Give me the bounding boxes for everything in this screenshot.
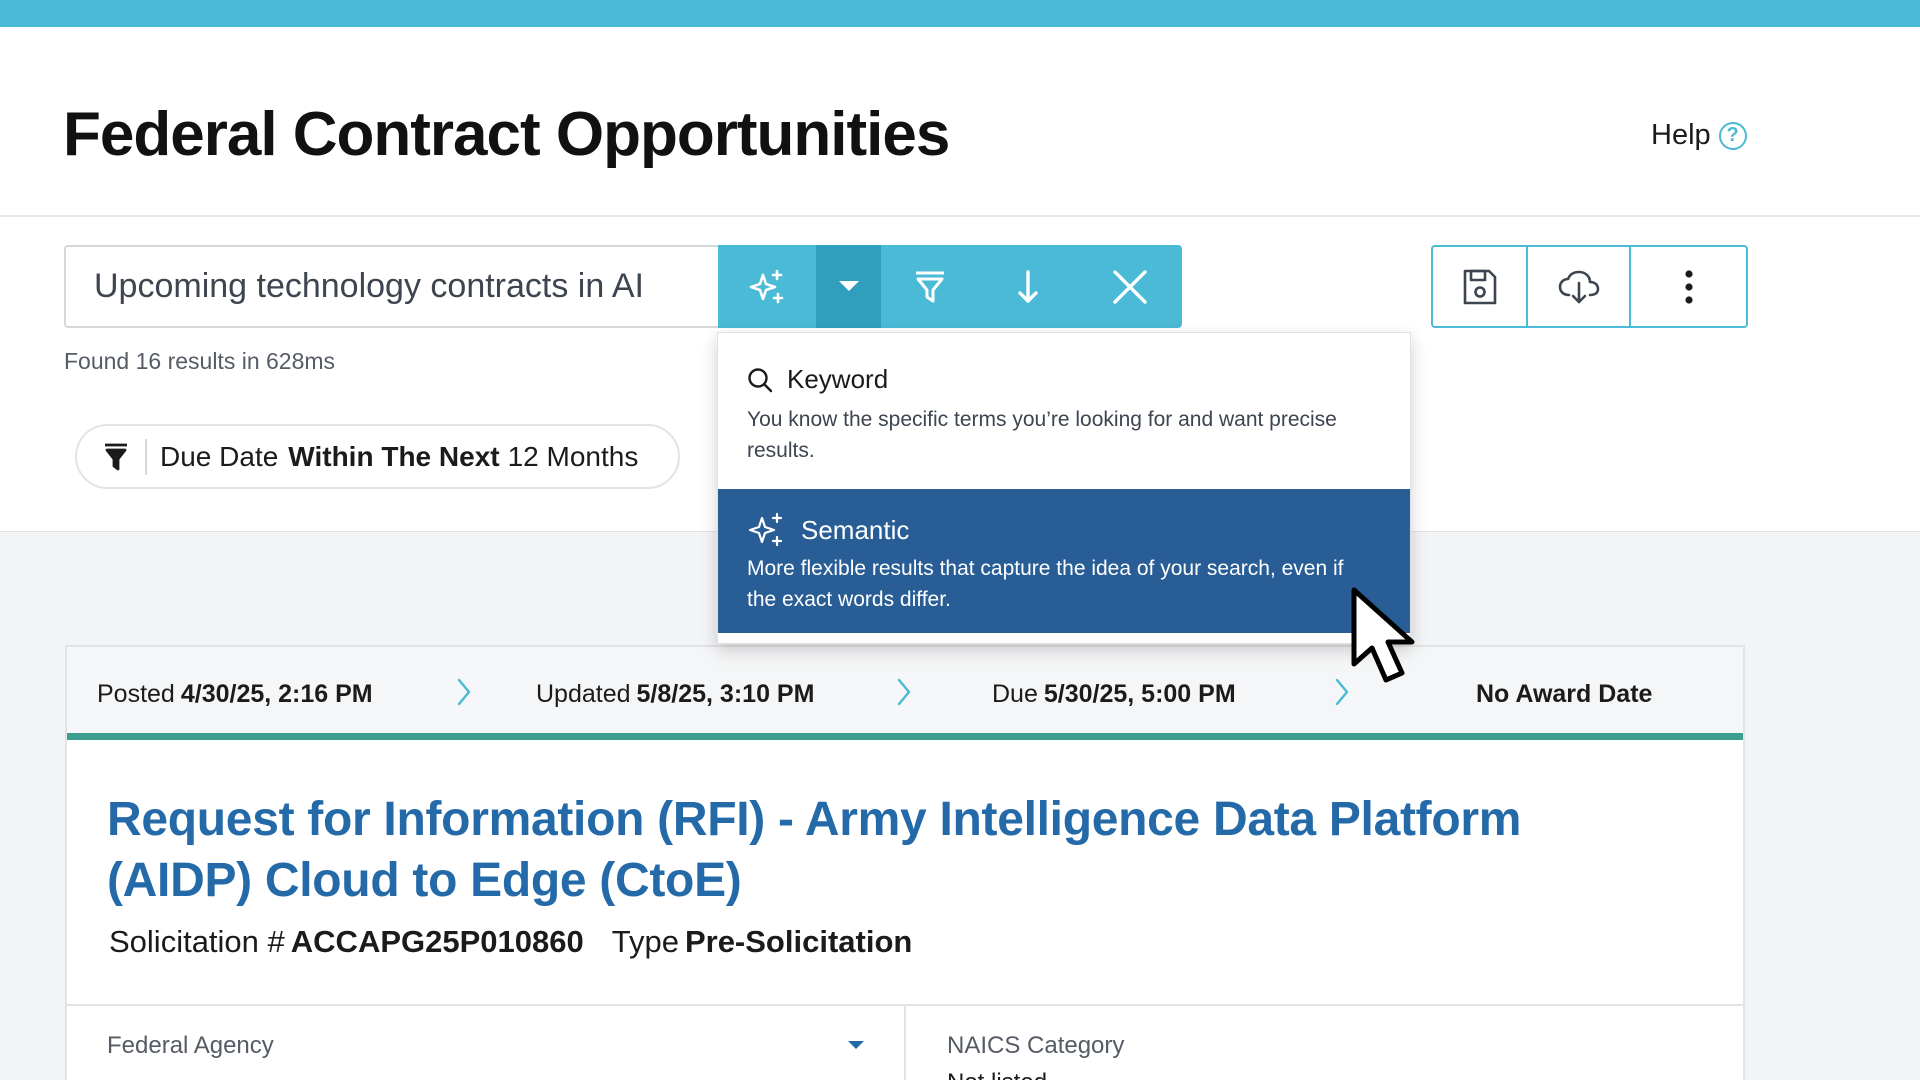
header-divider (0, 215, 1920, 217)
option-label: Keyword (787, 364, 889, 394)
naics-category-label: NAICS Category (947, 1032, 1125, 1059)
filter-field: Due Date (160, 440, 279, 472)
search-icon (748, 367, 773, 392)
help-label: Help (1651, 119, 1711, 151)
search-mode-menu: Keyword You know the specific terms you’… (717, 332, 1411, 644)
save-search-button[interactable] (1433, 247, 1528, 326)
search-mode-option-semantic[interactable]: Semantic More flexible results that capt… (718, 489, 1410, 633)
top-accent-bar (0, 0, 1920, 27)
search-input[interactable] (64, 245, 718, 328)
chevron-right-icon (897, 678, 911, 706)
card-column-divider (904, 1006, 906, 1080)
search-bar (64, 245, 1182, 328)
search-mode-option-keyword[interactable]: Keyword You know the specific terms you’… (718, 333, 1410, 489)
download-button[interactable] (1528, 247, 1631, 326)
sort-down-icon (1018, 269, 1038, 303)
opportunity-card: Posted 4/30/25, 2:16 PM Updated 5/8/25, 3:… (65, 645, 1745, 1080)
naics-category-value: Not listed (947, 1069, 1047, 1080)
filter-value: 12 Months (507, 440, 639, 472)
option-description: You know the specific terms you’re looki… (747, 408, 1337, 462)
chip-separator (145, 438, 147, 475)
option-label: Semantic (801, 514, 910, 545)
filter-icon (99, 443, 133, 471)
due-date: Due 5/30/25, 5:00 PM (992, 680, 1236, 708)
help-link[interactable]: Help ? (1651, 119, 1747, 152)
filter-icon (916, 271, 944, 302)
sort-button[interactable] (979, 245, 1077, 328)
search-mode-dropdown-toggle[interactable] (816, 245, 881, 328)
active-filter-chip[interactable]: Due Date Within The Next 12 Months (75, 424, 680, 489)
federal-agency-label: Federal Agency (107, 1032, 274, 1059)
filter-chip-text: Due Date Within The Next 12 Months (160, 441, 638, 473)
sparkles-icon (749, 269, 784, 303)
updated-date: Updated 5/8/25, 3:10 PM (536, 680, 815, 708)
chevron-right-icon (457, 678, 471, 706)
posted-date: Posted 4/30/25, 2:16 PM (97, 680, 373, 708)
page-title: Federal Contract Opportunities (63, 100, 950, 169)
caret-down-icon[interactable] (848, 1041, 864, 1051)
opportunity-meta: Solicitation # ACCAPG25P010860 Type Pre-Sol… (109, 924, 913, 959)
opportunity-title-link[interactable]: Request for Information (RFI) - Army Int… (107, 789, 1667, 911)
caret-down-icon (838, 280, 859, 291)
more-vertical-icon (1684, 269, 1693, 304)
award-date: No Award Date (1476, 680, 1653, 708)
filter-operator: Within The Next (288, 440, 500, 472)
more-options-button[interactable] (1631, 247, 1746, 326)
solicitation-number: ACCAPG25P010860 (290, 924, 584, 959)
opportunity-timeline: Posted 4/30/25, 2:16 PM Updated 5/8/25, 3:… (67, 647, 1743, 740)
close-icon (1112, 269, 1147, 304)
search-mode-button[interactable] (718, 245, 816, 328)
save-icon (1463, 269, 1496, 304)
cloud-download-icon (1558, 270, 1599, 303)
opportunity-type: Pre-Solicitation (684, 924, 913, 959)
search-actions (1431, 245, 1748, 328)
chevron-right-icon (1335, 678, 1349, 706)
filter-button[interactable] (881, 245, 979, 328)
question-circle-icon: ? (1718, 121, 1747, 150)
search-toolbar (718, 245, 1182, 328)
clear-search-button[interactable] (1077, 245, 1182, 328)
option-description: More flexible results that capture the i… (747, 557, 1344, 611)
sparkles-icon (748, 512, 783, 547)
results-count: Found 16 results in 628ms (64, 348, 336, 374)
